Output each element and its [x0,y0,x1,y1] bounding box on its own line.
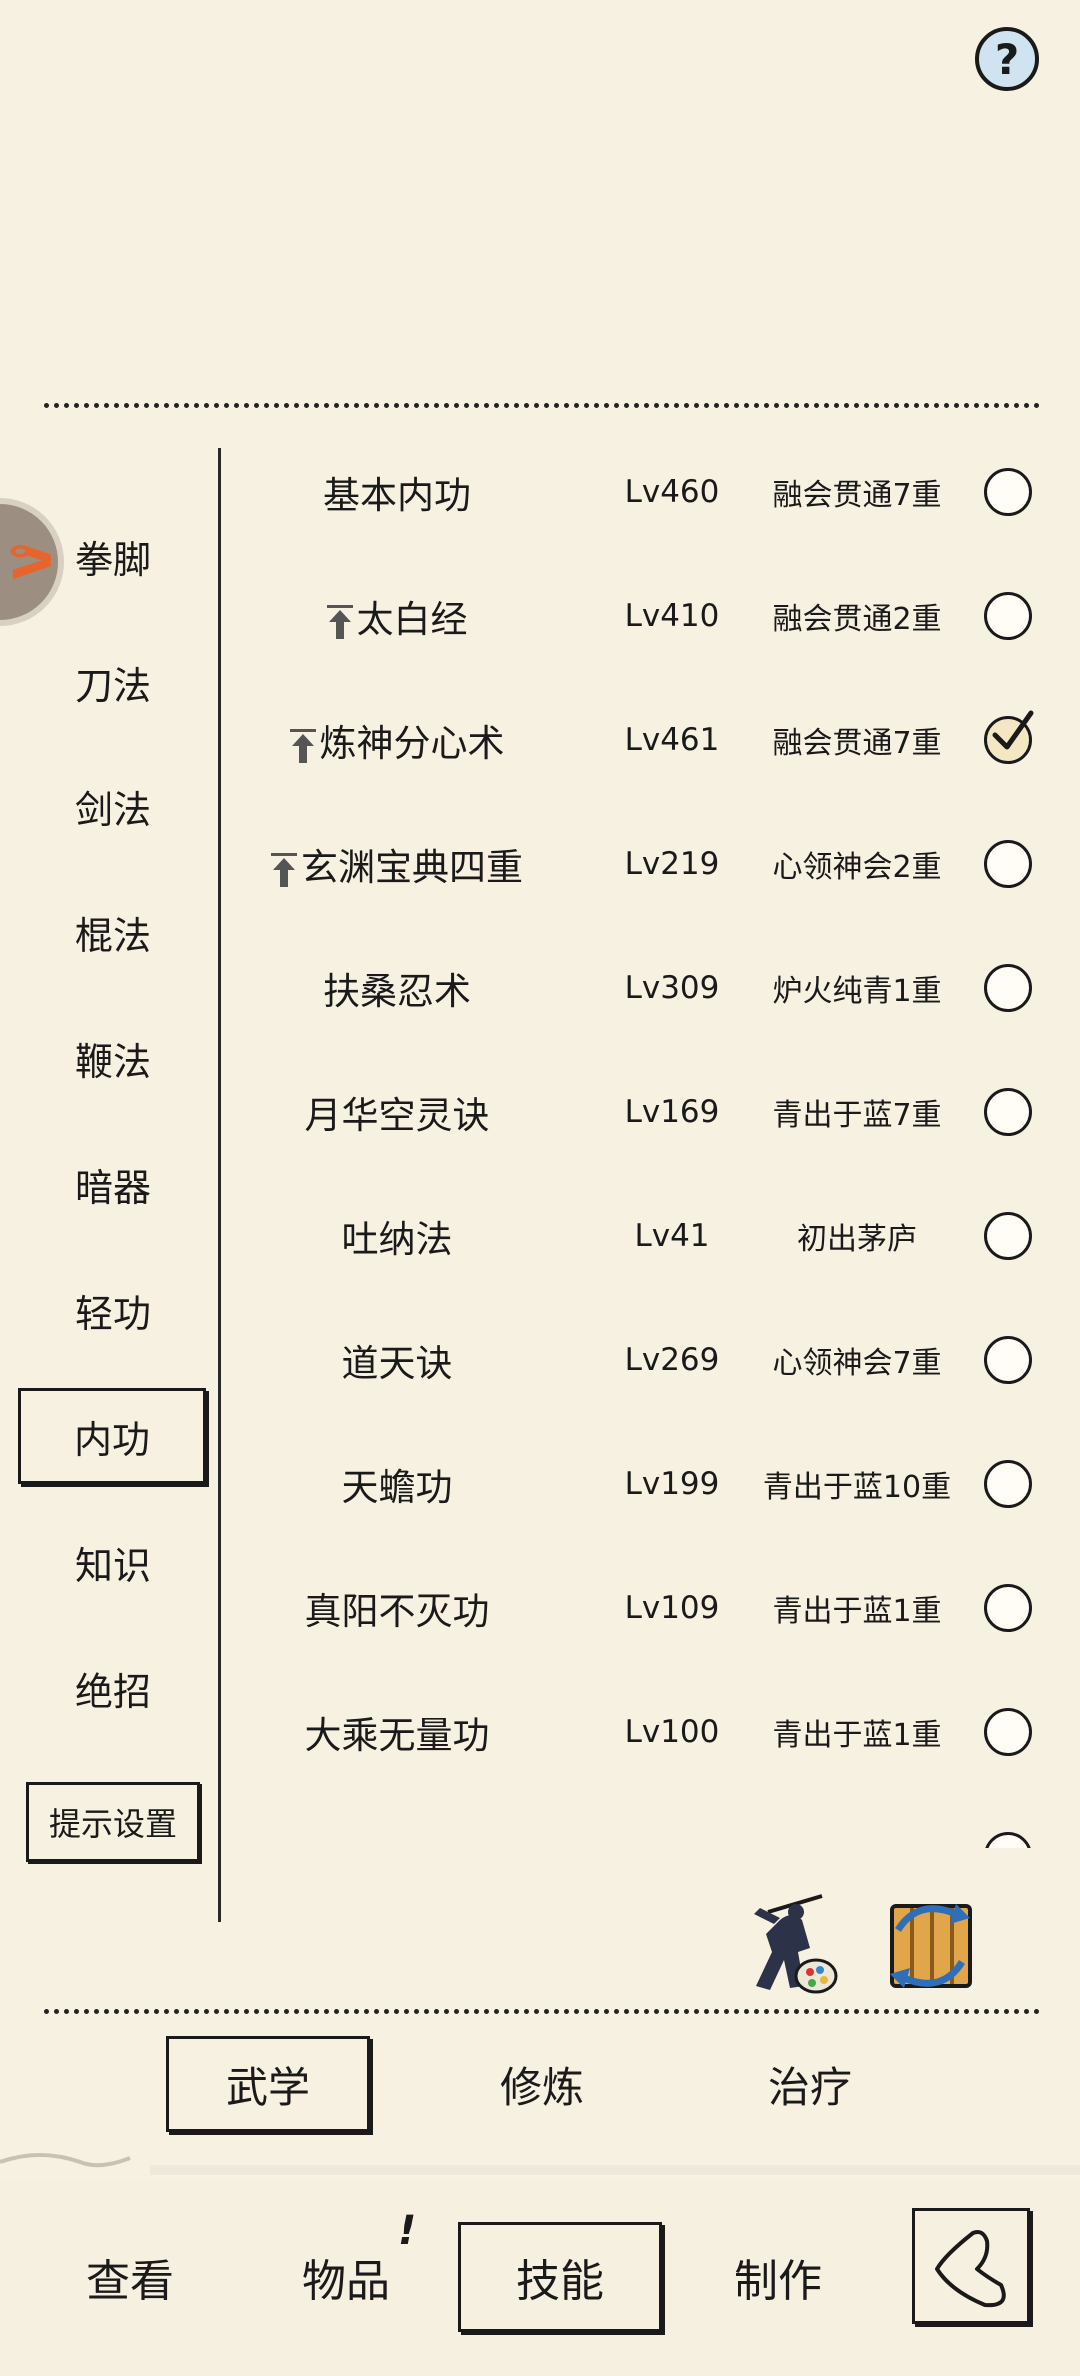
skill-row[interactable]: 玄渊宝典四重 Lv219 心领神会2重 [222,802,1052,926]
skill-name: 基本内功 [323,474,471,517]
skill-row[interactable]: 吐纳法 Lv41 初出茅庐 [222,1174,1052,1298]
skill-select-radio[interactable] [984,1584,1032,1632]
back-arrow-icon [935,2230,1006,2308]
category-label: 暗器 [74,1165,151,1210]
nav-tab-items[interactable]: 物品 [276,2222,416,2332]
skill-select-radio[interactable] [984,1212,1032,1260]
skill-row[interactable]: 道天诀 Lv269 心领神会7重 [222,1298,1052,1422]
category-gunfa[interactable]: 棍法 [18,886,208,978]
skill-rank: 青出于蓝1重 [772,1594,942,1629]
category-quanjiao[interactable]: 拳脚 [18,510,208,602]
skill-name: 玄渊宝典四重 [222,802,572,926]
nav-tab-skills[interactable]: 技能 [458,2222,662,2332]
category-label: 刀法 [74,663,151,708]
skill-name: 大乘无量功 [304,1714,490,1757]
skill-row[interactable]: 真阳不灭功 Lv109 青出于蓝1重 [222,1546,1052,1670]
category-jianfa[interactable]: 剑法 [18,760,208,852]
skill-select-radio[interactable] [984,710,1034,764]
sidebar-divider [218,448,221,1922]
category-label: 知识 [74,1543,151,1588]
skill-name: 炼神分心术 [222,678,572,802]
skill-rank: 融会贯通2重 [772,602,942,637]
skill-rank: 融会贯通7重 [772,478,942,513]
skill-name: 月华空灵诀 [304,1094,490,1137]
nav-tab-view[interactable]: 查看 [60,2222,200,2332]
hint-settings-button[interactable]: 提示设置 [26,1782,200,1862]
top-divider [44,403,1040,408]
skill-list[interactable]: 基本内功 Lv460 融会贯通7重 太白经 Lv410 融会贯通2重 炼神分心术… [222,430,1052,1848]
skill-rank: 心领神会2重 [772,850,942,885]
checkmark-icon [992,710,1034,750]
skill-row[interactable]: 基本内功 Lv460 融会贯通7重 [222,430,1052,554]
skill-row[interactable]: 月华空灵诀 Lv169 青出于蓝7重 [222,1050,1052,1174]
question-icon: ? [994,34,1020,84]
skill-row-partial [222,1794,1052,1848]
category-label: 棍法 [74,913,151,958]
skill-rank: 融会贯通7重 [772,726,942,761]
help-button[interactable]: ? [975,27,1039,91]
category-neigong[interactable]: 内功 [18,1388,206,1484]
bottom-divider [44,2009,1040,2014]
category-label: 鞭法 [74,1039,151,1084]
category-label: 内功 [73,1417,150,1462]
category-bianfa[interactable]: 鞭法 [18,1012,208,1104]
subtab-zhiliao[interactable]: 治疗 [708,2036,912,2132]
skill-row[interactable]: 炼神分心术 Lv461 融会贯通7重 [222,678,1052,802]
skill-select-radio[interactable] [984,1708,1032,1756]
skill-name: 天蟾功 [341,1466,453,1509]
skill-select-radio [984,1832,1032,1848]
back-button[interactable] [912,2208,1030,2324]
nav-tab-craft[interactable]: 制作 [708,2222,848,2332]
category-zhishi[interactable]: 知识 [18,1516,208,1608]
up-arrow-icon [289,729,316,763]
subtab-wuxue[interactable]: 武学 [166,2036,370,2132]
skill-row[interactable]: 天蟾功 Lv199 青出于蓝10重 [222,1422,1052,1546]
up-arrow-icon [326,605,353,639]
up-arrow-icon [271,853,297,887]
category-label: 拳脚 [74,537,151,582]
swordsman-palette-icon[interactable] [740,1890,840,2000]
category-qinggong[interactable]: 轻功 [18,1264,208,1356]
skill-name: 太白经 [222,554,572,678]
skill-select-radio[interactable] [984,1336,1032,1384]
category-label: 轻功 [74,1291,151,1336]
skill-rank: 炉火纯青1重 [772,974,942,1009]
skill-select-radio[interactable] [984,964,1032,1012]
skill-select-radio[interactable] [984,1088,1032,1136]
skill-select-radio[interactable] [984,592,1032,640]
skill-rank: 青出于蓝1重 [772,1718,942,1753]
skill-row[interactable]: 扶桑忍术 Lv309 炉火纯青1重 [222,926,1052,1050]
skill-rank: 青出于蓝7重 [772,1098,942,1133]
skill-row[interactable]: 大乘无量功 Lv100 青出于蓝1重 [222,1670,1052,1794]
category-anqi[interactable]: 暗器 [18,1138,208,1230]
category-label: 剑法 [74,787,151,832]
category-juezhao[interactable]: 绝招 [18,1642,208,1734]
category-label: 绝招 [74,1669,151,1714]
skill-name: 吐纳法 [341,1218,453,1261]
subtab-xiulian[interactable]: 修炼 [440,2036,644,2132]
items-alert-badge: ! [398,2208,417,2254]
skill-select-radio[interactable] [984,840,1032,888]
category-daofa[interactable]: 刀法 [18,636,208,728]
swap-scroll-icon[interactable] [878,1890,982,2000]
skill-rank: 初出茅庐 [797,1222,917,1257]
skill-rank: 青出于蓝10重 [762,1470,952,1505]
skill-select-radio[interactable] [984,468,1032,516]
skill-name: 扶桑忍术 [323,970,471,1013]
skill-select-radio[interactable] [984,1460,1032,1508]
skill-rank: 心领神会7重 [772,1346,942,1381]
skill-row[interactable]: 太白经 Lv410 融会贯通2重 [222,554,1052,678]
skill-name: 道天诀 [341,1342,453,1385]
skill-name: 真阳不灭功 [304,1590,490,1633]
